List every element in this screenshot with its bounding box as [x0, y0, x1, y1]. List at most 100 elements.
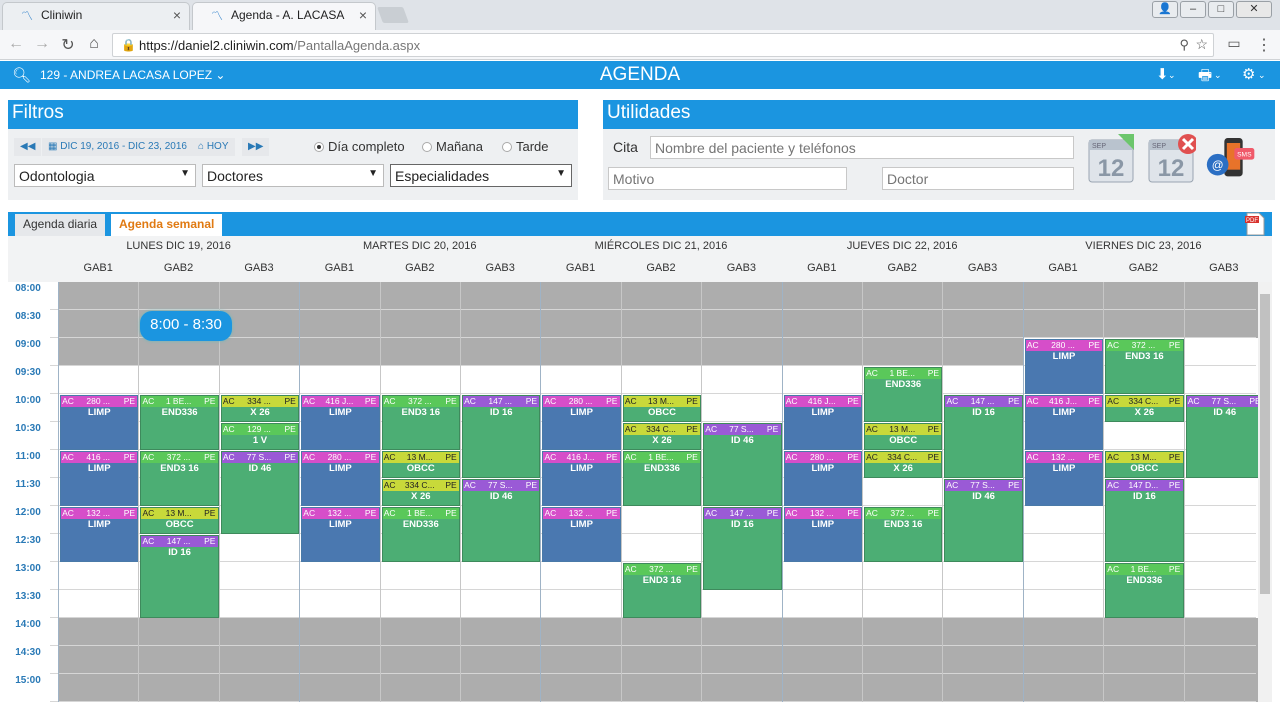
- appointment[interactable]: AC 416 ... PE LIMP: [60, 451, 139, 506]
- today-button[interactable]: ⌂ HOY: [192, 138, 235, 156]
- appointment-treatment: LIMP: [87, 519, 111, 530]
- next-week-button[interactable]: ▶▶: [242, 138, 270, 156]
- radio-tarde[interactable]: Tarde: [502, 139, 549, 154]
- maximize-button[interactable]: □: [1208, 1, 1234, 18]
- specialty-select[interactable]: Odontologia ▼: [14, 164, 196, 187]
- back-icon[interactable]: ←: [6, 35, 26, 53]
- cast-icon[interactable]: ▭: [1224, 35, 1244, 52]
- time-label: 09:00: [15, 339, 41, 350]
- browser-tab-cliniwin[interactable]: 〽 Cliniwin ×: [2, 2, 190, 30]
- cita-search-input[interactable]: [650, 136, 1074, 159]
- minimize-button[interactable]: –: [1180, 1, 1206, 18]
- appointment[interactable]: AC 132 ... PE LIMP: [783, 507, 862, 562]
- appointment[interactable]: AC 334 C... PE X 26: [381, 479, 460, 506]
- bookmark-star-icon[interactable]: ☆: [1195, 36, 1208, 53]
- forward-icon[interactable]: →: [32, 35, 52, 53]
- appointment[interactable]: AC 1 BE... PE END336: [864, 367, 943, 422]
- calendar-add-icon[interactable]: SEP 12: [1086, 132, 1136, 184]
- appointment[interactable]: AC 334 ... PE X 26: [220, 395, 300, 422]
- sms-label: SMS: [1237, 151, 1252, 158]
- appointment[interactable]: AC 1 BE... PE END336: [622, 451, 702, 506]
- appointment[interactable]: AC 334 C... PE X 26: [1105, 395, 1184, 422]
- doctor-input[interactable]: [882, 167, 1074, 190]
- date-range-button[interactable]: ▦ DIC 19, 2016 - DIC 23, 2016: [42, 138, 193, 156]
- appointment[interactable]: AC 280 ... PE LIMP: [60, 395, 139, 450]
- appointment[interactable]: AC 372 ... PE END3 16: [864, 507, 943, 562]
- appointment-tag: PE: [925, 424, 942, 435]
- appointment[interactable]: AC 280 ... PE LIMP: [783, 451, 862, 506]
- appointment[interactable]: AC77 S...PEID 46: [462, 479, 541, 562]
- appointment[interactable]: AC 1 BE... PE END336: [381, 507, 460, 562]
- appointment[interactable]: AC 416 J... PE LIMP: [301, 395, 380, 450]
- vertical-scrollbar[interactable]: [1258, 282, 1272, 702]
- home-icon[interactable]: ⌂: [84, 35, 104, 53]
- profile-icon[interactable]: 👤: [1152, 1, 1178, 18]
- browser-tab-agenda[interactable]: 〽 Agenda - A. LACASA ×: [192, 2, 376, 30]
- appointment[interactable]: AC 416 J... PE LIMP: [783, 395, 862, 450]
- appointment[interactable]: AC 372 ... PE END3 16: [140, 451, 219, 506]
- appointment[interactable]: AC 132 ... PE LIMP: [1024, 451, 1104, 506]
- new-tab-button[interactable]: [377, 7, 409, 23]
- calendar-remove-icon[interactable]: SEP 12: [1146, 132, 1196, 184]
- appointment[interactable]: AC 147 D... PE ID 16: [1105, 479, 1184, 562]
- scrollbar-thumb[interactable]: [1260, 294, 1270, 594]
- url-field[interactable]: 🔒 https://daniel2.cliniwin.com/PantallaA…: [112, 33, 1214, 57]
- appointment[interactable]: AC 1 BE... PE END336: [1105, 563, 1184, 618]
- chevron-down-icon: ⌄: [1258, 70, 1266, 80]
- reload-icon[interactable]: ↻: [58, 35, 78, 55]
- appointment[interactable]: AC 280 ... PE LIMP: [542, 395, 621, 450]
- tab-agenda-diaria[interactable]: Agenda diaria: [15, 214, 106, 236]
- appointment-tag: PE: [1086, 396, 1103, 407]
- radio-label: Día completo: [328, 139, 405, 154]
- printer-icon[interactable]: 🖶: [1198, 65, 1212, 90]
- appointment[interactable]: AC 132 ... PE LIMP: [542, 507, 621, 562]
- appointment[interactable]: AC77 S...PEID 46: [1185, 395, 1258, 478]
- appointment-header: AC 334 ... PE: [221, 396, 299, 407]
- appointment[interactable]: AC 372 ... PE END3 16: [1105, 339, 1184, 394]
- appointment[interactable]: AC77 S...PEID 46: [703, 423, 782, 506]
- appointment[interactable]: AC 416 J... PE LIMP: [542, 451, 621, 506]
- radio-dia-completo[interactable]: Día completo: [314, 139, 405, 154]
- location-pin-icon[interactable]: ⚲: [1179, 37, 1189, 53]
- window-close-button[interactable]: ✕: [1236, 1, 1272, 18]
- appointment[interactable]: AC 1 BE... PE END336: [140, 395, 219, 450]
- appointment-patient: 334 C...: [879, 452, 926, 463]
- appointment[interactable]: AC 147 ... PE ID 16: [462, 395, 541, 478]
- appointment-treatment: LIMP: [329, 407, 352, 418]
- appointment[interactable]: AC77 S...PEID 46: [220, 451, 300, 534]
- appointment[interactable]: AC77 S...PEID 46: [944, 479, 1023, 562]
- appointment[interactable]: AC 132 ... PE LIMP: [301, 507, 380, 562]
- appointment[interactable]: AC 147 ... PE ID 16: [703, 507, 782, 590]
- appointment[interactable]: AC 13 M... PE OBCC: [1105, 451, 1184, 478]
- appointment[interactable]: AC 280 ... PE LIMP: [1024, 339, 1104, 394]
- doctors-select[interactable]: Doctores ▼: [202, 164, 384, 187]
- sms-email-icon[interactable]: @ SMS: [1206, 132, 1256, 184]
- gear-icon[interactable]: ⚙: [1242, 65, 1255, 83]
- radio-manana[interactable]: Mañana: [422, 139, 483, 154]
- menu-icon[interactable]: ⋮: [1254, 35, 1274, 55]
- appointment[interactable]: AC 13 M... PE OBCC: [140, 507, 219, 534]
- appointment[interactable]: AC 372 ... PE END3 16: [622, 563, 702, 618]
- appointment[interactable]: AC 13 M... PE OBCC: [864, 423, 943, 450]
- especialidades-select[interactable]: Especialidades ▼: [390, 164, 572, 187]
- close-icon[interactable]: ×: [173, 7, 181, 23]
- appointment[interactable]: AC 13 M... PE OBCC: [381, 451, 460, 478]
- calendar-icon: ▦: [48, 141, 61, 152]
- download-icon[interactable]: ⬇: [1156, 65, 1169, 83]
- prev-week-button[interactable]: ◀◀: [14, 138, 42, 156]
- motivo-input[interactable]: [608, 167, 847, 190]
- appointment[interactable]: AC 129 ... PE 1 V: [220, 423, 300, 450]
- appointment[interactable]: AC 147 ... PE ID 16: [140, 535, 219, 618]
- appointment[interactable]: AC 416 J... PE LIMP: [1024, 395, 1104, 450]
- appointment[interactable]: AC 334 C... PE X 26: [622, 423, 702, 450]
- appointment[interactable]: AC 147 ... PE ID 16: [944, 395, 1023, 478]
- appointment-patient: 13 M...: [879, 424, 926, 435]
- pdf-icon[interactable]: PDF: [1243, 212, 1267, 236]
- appointment[interactable]: AC 334 C... PE X 26: [864, 451, 943, 478]
- appointment[interactable]: AC 132 ... PE LIMP: [60, 507, 139, 562]
- tab-agenda-semanal[interactable]: Agenda semanal: [111, 214, 223, 236]
- appointment[interactable]: AC 280 ... PE LIMP: [301, 451, 380, 506]
- close-icon[interactable]: ×: [359, 7, 367, 23]
- appointment[interactable]: AC 13 M... PE OBCC: [622, 395, 702, 422]
- appointment[interactable]: AC 372 ... PE END3 16: [381, 395, 460, 450]
